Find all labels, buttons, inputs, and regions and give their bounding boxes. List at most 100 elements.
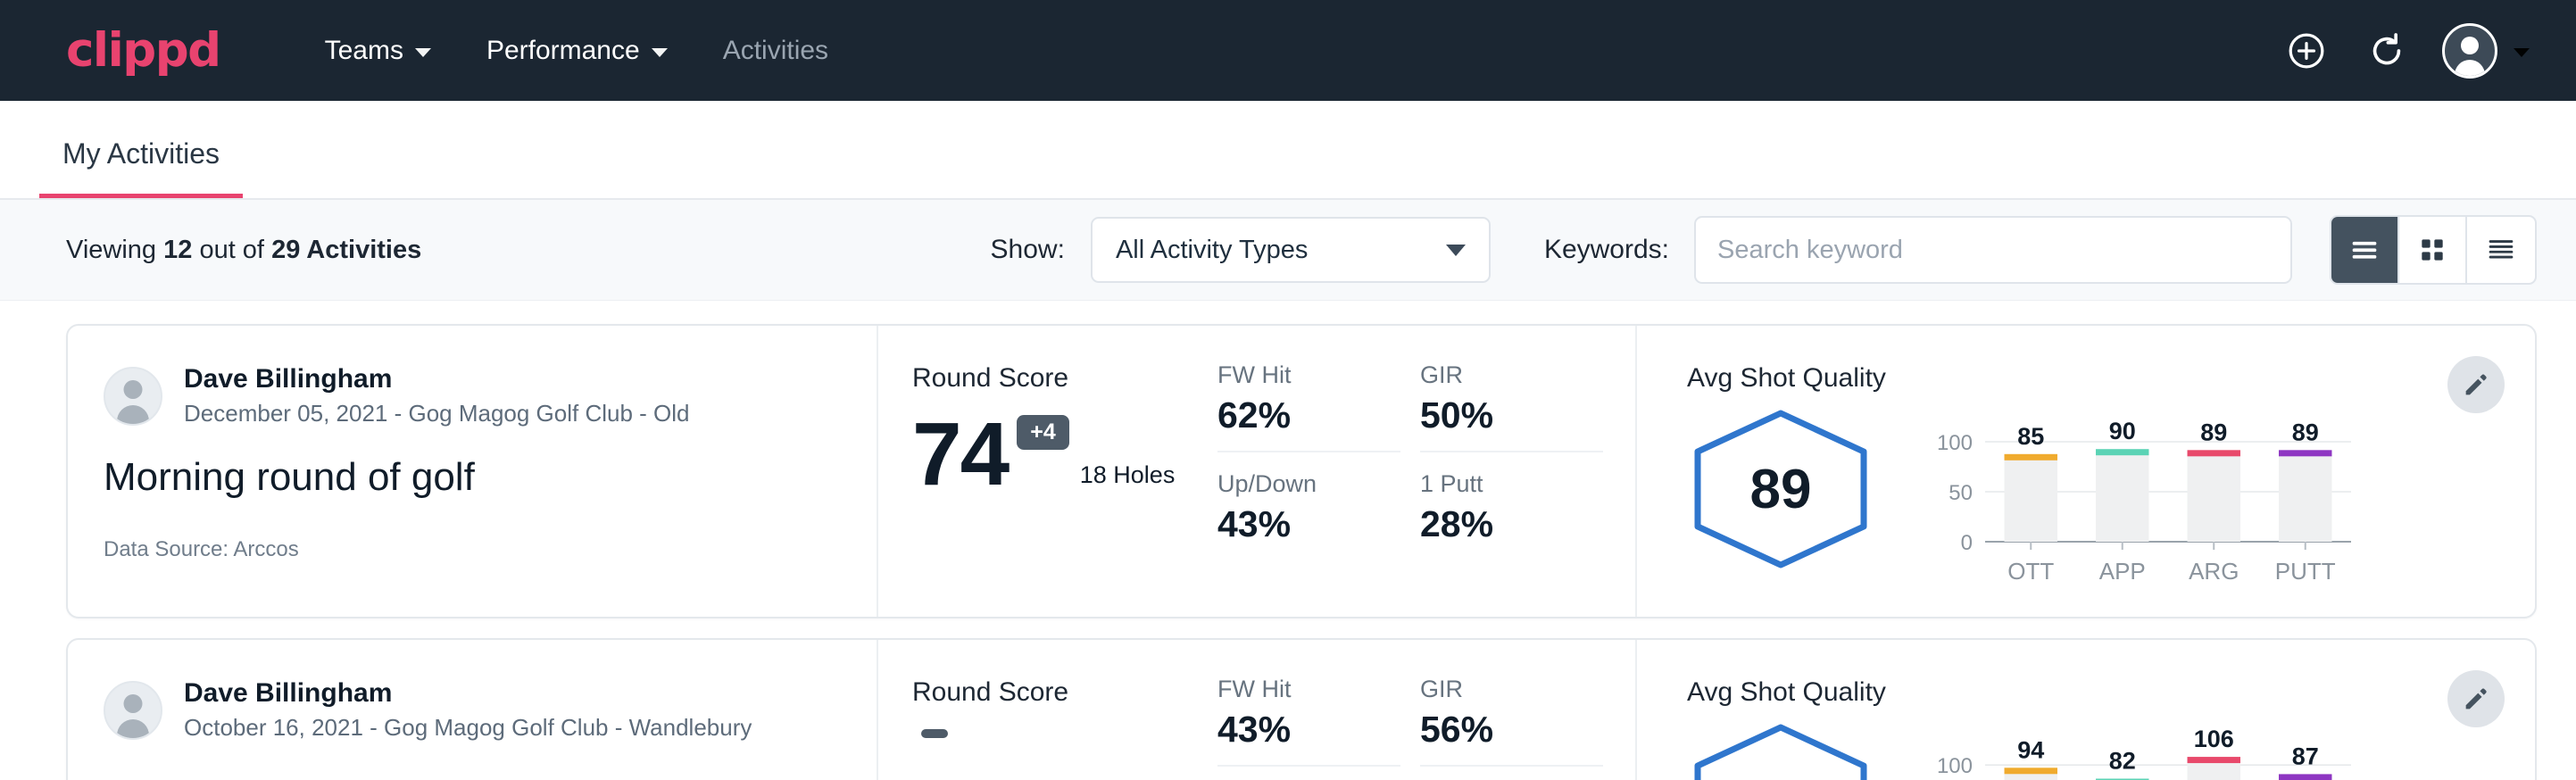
x-tick-label: ARG (2189, 558, 2239, 585)
show-label: Show: (991, 235, 1065, 265)
bar (2279, 452, 2331, 542)
nav-item-teams-label: Teams (325, 36, 403, 66)
bar (2005, 457, 2057, 542)
tab-my-activities[interactable]: My Activities (39, 137, 243, 198)
avatar (104, 367, 162, 426)
avg-shot-quality-label: Avg Shot Quality (1687, 677, 2535, 708)
activity-card[interactable]: Dave Billingham October 16, 2021 - Gog M… (66, 638, 2537, 780)
round-score-label: Round Score (912, 677, 1200, 708)
stat-value: 62% (1217, 394, 1400, 436)
list-view-button[interactable] (2331, 217, 2399, 283)
activity-card[interactable]: Dave Billingham December 05, 2021 - Gog … (66, 324, 2537, 618)
grid-view-icon (2414, 232, 2450, 268)
avg-shot-quality-value: 89 (1750, 458, 1812, 521)
stat-label: Up/Down (1217, 470, 1400, 498)
bar-value-label: 85 (2017, 423, 2044, 450)
compact-view-icon (2483, 232, 2519, 268)
search-input[interactable] (1717, 236, 2269, 265)
avatar (2442, 23, 2497, 79)
grid-view-button[interactable] (2399, 217, 2467, 283)
nav-item-activities-label: Activities (723, 36, 828, 66)
hexagon-icon (1687, 720, 1874, 780)
bar-value-label: 82 (2109, 748, 2136, 775)
shot-quality-column: Avg Shot Quality 05010094OTT82APP106ARG8… (1637, 640, 2535, 780)
bar-chart-svg: 05010094OTT82APP106ARG87PUTT (1930, 726, 2358, 780)
chevron-down-icon (415, 48, 431, 57)
y-tick-label: 100 (1937, 431, 1973, 455)
view-toggle-group (2330, 215, 2537, 285)
round-score-value-row (912, 727, 1200, 738)
bar-value-label: 89 (2292, 419, 2319, 445)
nav-item-performance[interactable]: Performance (459, 36, 695, 66)
filter-controls: Show: All Activity Types Keywords: (991, 215, 2537, 285)
round-score-column: Round Score (878, 640, 1200, 780)
bar (2096, 452, 2148, 542)
x-tick-label: PUTT (2275, 558, 2336, 585)
edit-activity-button[interactable] (2447, 670, 2505, 727)
bar-cap (2279, 450, 2331, 456)
top-navigation-bar: clippd Teams Performance Activities (0, 0, 2576, 101)
bar-value-label: 106 (2194, 726, 2234, 752)
chevron-down-icon (652, 48, 668, 57)
bar-value-label: 94 (2017, 736, 2044, 763)
bar-cap (2188, 450, 2240, 456)
chevron-down-icon (1446, 245, 1466, 256)
user-menu-button[interactable] (2442, 23, 2530, 79)
stat-value: 43% (1217, 709, 1400, 751)
avg-shot-quality-hexagon (1687, 720, 1874, 780)
stat-value: 43% (1217, 503, 1400, 545)
viewing-prefix: Viewing (66, 236, 156, 264)
nav-item-activities[interactable]: Activities (695, 36, 856, 66)
add-button[interactable] (2281, 26, 2331, 76)
stat-value: 56% (1420, 709, 1603, 751)
shot-quality-bar-chart: 05010094OTT82APP106ARG87PUTT (1930, 726, 2358, 780)
author-name: Dave Billingham (184, 677, 752, 710)
activity-title: Morning round of golf (104, 455, 841, 500)
brand-logo[interactable]: clippd (66, 23, 220, 78)
refresh-icon (2366, 30, 2407, 71)
stat-one-putt: 1 Putt 28% (1420, 470, 1603, 560)
main-nav-items: Teams Performance Activities (297, 36, 856, 66)
list-view-icon (2347, 232, 2382, 268)
bar-value-label: 90 (2109, 418, 2136, 444)
bar-value-label: 87 (2292, 743, 2319, 769)
activity-meta: October 16, 2021 - Gog Magog Golf Club -… (184, 713, 752, 743)
activity-card-list: Dave Billingham December 05, 2021 - Gog … (0, 301, 2576, 780)
bar (2188, 452, 2240, 542)
y-tick-label: 0 (1961, 531, 1973, 555)
round-score-column: Round Score 74 +4 18 Holes (878, 326, 1200, 617)
activity-data-source: Data Source: Arccos (104, 537, 841, 562)
stat-gir: GIR 56% (1420, 676, 1603, 767)
viewing-summary: Viewing 12 out of 29 Activities (66, 236, 421, 265)
chevron-down-icon (2514, 48, 2530, 57)
nav-item-teams[interactable]: Teams (297, 36, 459, 66)
viewing-mid: out of (199, 236, 264, 264)
bar-value-label: 89 (2200, 419, 2227, 445)
y-tick-label: 100 (1937, 754, 1973, 778)
stat-label: FW Hit (1217, 676, 1400, 703)
viewing-total: 29 Activities (271, 236, 421, 264)
edit-activity-button[interactable] (2447, 356, 2505, 413)
stat-up-down: Up/Down 43% (1217, 470, 1400, 560)
refresh-button[interactable] (2362, 26, 2412, 76)
nav-item-performance-label: Performance (486, 36, 640, 66)
round-score-value-row: 74 +4 18 Holes (912, 413, 1200, 495)
stats-grid: FW Hit 62% GIR 50% Up/Down 43% 1 Putt 28… (1200, 326, 1637, 617)
pencil-icon (2461, 684, 2491, 714)
search-box[interactable] (1694, 216, 2292, 284)
bar-cap (2096, 449, 2148, 455)
bar-cap (2188, 757, 2240, 763)
activity-author: Dave Billingham October 16, 2021 - Gog M… (104, 677, 841, 743)
stat-label: GIR (1420, 676, 1603, 703)
score-differential-badge: +4 (1017, 415, 1069, 450)
compact-view-button[interactable] (2467, 217, 2535, 283)
round-score-label: Round Score (912, 363, 1200, 394)
x-tick-label: APP (2099, 558, 2146, 585)
activity-type-value: All Activity Types (1116, 236, 1308, 265)
stat-label: FW Hit (1217, 361, 1400, 389)
nav-actions (2281, 23, 2530, 79)
activity-type-select[interactable]: All Activity Types (1091, 217, 1491, 283)
shot-quality-body: 05010094OTT82APP106ARG87PUTT (1687, 713, 2535, 780)
activity-author: Dave Billingham December 05, 2021 - Gog … (104, 363, 841, 428)
filter-bar: Viewing 12 out of 29 Activities Show: Al… (0, 200, 2576, 301)
